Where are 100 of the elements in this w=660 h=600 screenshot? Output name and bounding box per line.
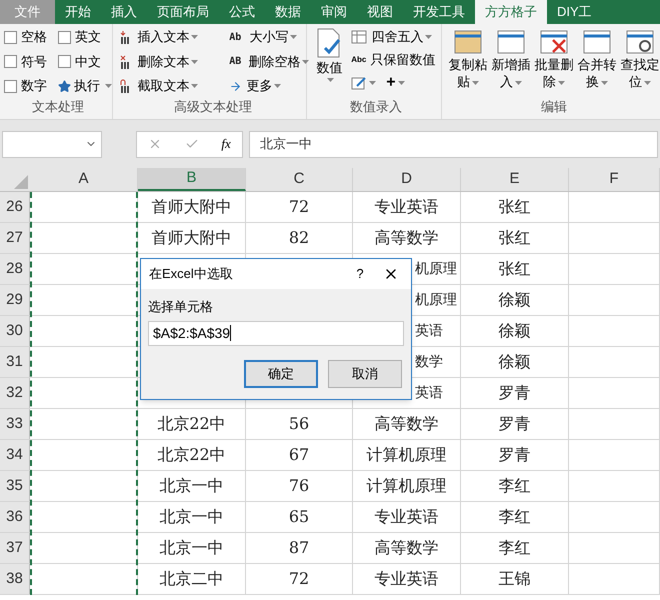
table-icon bbox=[453, 28, 483, 56]
column-header[interactable]: E bbox=[461, 168, 569, 191]
table-icon bbox=[582, 28, 612, 56]
table-cell-text: 首师大附中 bbox=[152, 227, 232, 249]
run-button[interactable]: 执行 bbox=[58, 77, 112, 95]
column-header[interactable]: B bbox=[138, 168, 246, 191]
table-cell-text: 计算机原理 bbox=[366, 444, 446, 466]
row-header[interactable]: 34 bbox=[0, 440, 30, 470]
table-cell-text: 罗青 bbox=[498, 444, 530, 466]
large-button[interactable]: 合并转换 bbox=[577, 28, 617, 96]
table-icon bbox=[496, 28, 526, 56]
checkbox[interactable]: 中文 bbox=[58, 52, 112, 70]
row-header[interactable]: 28 bbox=[0, 254, 30, 284]
help-button[interactable]: ? bbox=[345, 264, 375, 284]
value-button[interactable]: 数值 bbox=[311, 28, 348, 96]
large-button[interactable]: 查找定位 bbox=[620, 28, 660, 96]
row-header[interactable]: 33 bbox=[0, 409, 30, 439]
round-button[interactable]: 四舍五入 bbox=[351, 28, 436, 46]
row-header[interactable]: 35 bbox=[0, 471, 30, 501]
table-cell-text: 北京22中 bbox=[157, 444, 226, 466]
row-header[interactable]: 27 bbox=[0, 223, 30, 253]
table-cell-text: 英语 bbox=[415, 384, 443, 402]
edit-button[interactable] bbox=[351, 76, 376, 90]
checkbox[interactable]: 符号 bbox=[4, 52, 58, 70]
checkbox[interactable]: 数字 bbox=[4, 77, 58, 95]
table-cell-text: 王锦 bbox=[498, 568, 530, 590]
caret-icon bbox=[515, 80, 522, 85]
add-button[interactable]: + bbox=[386, 71, 405, 95]
checkbox[interactable]: 空格 bbox=[4, 28, 58, 46]
keep-values-button[interactable]: Abc 只保留数值 bbox=[351, 51, 436, 69]
caret-icon bbox=[558, 80, 565, 85]
table-cell-text: 高等数学 bbox=[374, 227, 438, 249]
menu-button[interactable]: AB 删除空格 bbox=[229, 52, 310, 70]
table-cell-text: 张红 bbox=[498, 227, 530, 249]
menu-button[interactable]: 截取文本 bbox=[119, 77, 230, 95]
menu-button[interactable]: 更多 bbox=[229, 77, 310, 95]
dialog-button[interactable]: 取消 bbox=[328, 360, 402, 388]
dialog-button[interactable]: 确定 bbox=[244, 360, 318, 388]
ribbon-tab[interactable]: DIY工 bbox=[547, 0, 602, 24]
table-cell-text: 72 bbox=[288, 568, 310, 590]
row-header[interactable]: 29 bbox=[0, 285, 30, 315]
table-cell-text: 72 bbox=[288, 196, 310, 218]
row-header[interactable]: 31 bbox=[0, 347, 30, 377]
formula-input[interactable]: 北京一中 bbox=[249, 130, 658, 158]
ribbon-tab[interactable]: 开始 bbox=[55, 0, 101, 24]
ribbon-tab[interactable]: 公式 bbox=[219, 0, 265, 24]
pencil-icon bbox=[351, 76, 368, 90]
row-header[interactable]: 26 bbox=[0, 192, 30, 222]
row-header[interactable]: 30 bbox=[0, 316, 30, 346]
caret-icon bbox=[326, 78, 334, 82]
caret-icon bbox=[191, 84, 198, 88]
table-cell-text: 徐颖 bbox=[498, 320, 530, 342]
menu-button[interactable]: Ab 大小写 bbox=[229, 28, 310, 46]
insert-function-button[interactable]: fx bbox=[221, 134, 231, 154]
caret-icon bbox=[369, 81, 376, 85]
arrow-icon bbox=[229, 80, 242, 92]
large-button[interactable]: 批量删除 bbox=[534, 28, 574, 96]
table-cell-text: 高等数学 bbox=[374, 537, 438, 559]
name-box[interactable] bbox=[2, 130, 102, 158]
ribbon-tab[interactable]: 方方格子 bbox=[475, 0, 547, 24]
ribbon-tab[interactable]: 数据 bbox=[265, 0, 311, 24]
caret-icon bbox=[601, 80, 608, 85]
caret-icon bbox=[105, 84, 112, 88]
field-label: 选择单元格 bbox=[148, 298, 214, 316]
table-cell-text: 徐颖 bbox=[498, 289, 530, 311]
select-all-icon[interactable] bbox=[14, 175, 28, 189]
row-header[interactable]: 38 bbox=[0, 564, 30, 594]
ribbon-tab[interactable]: 审阅 bbox=[311, 0, 357, 24]
group-label: 数值录入 bbox=[349, 98, 404, 116]
table-cell-text: 罗青 bbox=[498, 382, 530, 404]
row-header[interactable]: 36 bbox=[0, 502, 30, 532]
star-icon bbox=[58, 80, 72, 92]
ribbon-tab[interactable]: 页面布局 bbox=[147, 0, 219, 24]
table-cell-text: 徐颖 bbox=[498, 351, 530, 373]
range-input[interactable]: $A$2:$A$39 bbox=[148, 320, 404, 346]
table-cell-text: 罗青 bbox=[498, 413, 530, 435]
caret-icon bbox=[290, 35, 298, 39]
table-cell-text: 北京一中 bbox=[160, 537, 224, 559]
caret-icon bbox=[472, 80, 479, 85]
table-cell-text: 北京二中 bbox=[160, 568, 224, 590]
row-header[interactable]: 32 bbox=[0, 378, 30, 408]
row-header[interactable]: 37 bbox=[0, 533, 30, 563]
table-cell-text: 65 bbox=[288, 506, 310, 528]
table-cell-text: 北京一中 bbox=[160, 475, 224, 497]
table-cell-text: 北京22中 bbox=[157, 413, 226, 435]
table-cell-text: 87 bbox=[288, 537, 310, 559]
column-header[interactable]: C bbox=[246, 168, 353, 191]
text-case-icon: AB bbox=[229, 54, 248, 69]
ribbon-tab[interactable]: 视图 bbox=[357, 0, 403, 24]
column-header[interactable]: F bbox=[569, 168, 660, 191]
caret-icon bbox=[425, 35, 432, 39]
checkbox[interactable]: 英文 bbox=[58, 28, 112, 46]
menu-button[interactable]: 插入文本 bbox=[119, 28, 230, 46]
column-header[interactable]: D bbox=[353, 168, 461, 191]
menu-button[interactable]: 删除文本 bbox=[119, 52, 230, 70]
table-cell-text: 67 bbox=[288, 444, 310, 466]
large-button[interactable]: 复制粘贴 bbox=[448, 28, 488, 96]
large-button[interactable]: 新增插入 bbox=[491, 28, 531, 96]
ribbon-tab[interactable]: 开发工具 bbox=[403, 0, 475, 24]
ribbon-tab[interactable]: 插入 bbox=[101, 0, 147, 24]
